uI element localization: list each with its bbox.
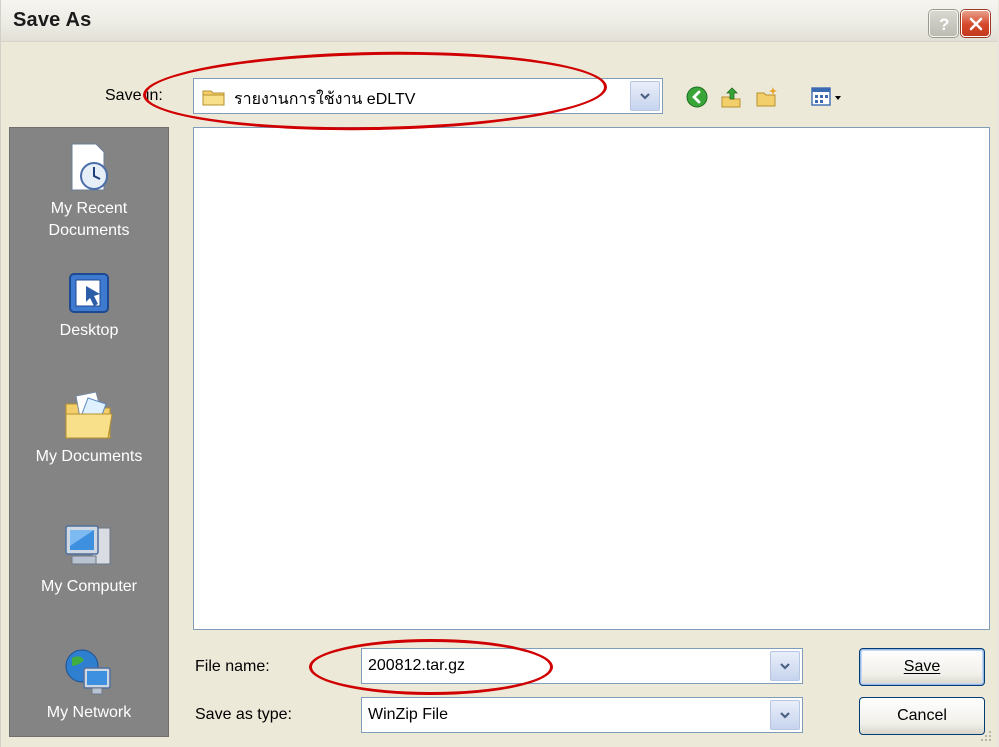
my-network-icon — [65, 649, 111, 695]
chevron-down-icon — [640, 93, 650, 100]
my-documents-icon — [65, 391, 113, 439]
back-button[interactable] — [683, 83, 711, 111]
save-button-label: Save — [903, 658, 941, 675]
cancel-button[interactable]: Cancel — [859, 697, 985, 735]
close-icon — [969, 17, 982, 30]
chevron-down-icon — [780, 663, 790, 670]
place-my-network[interactable]: My Network — [10, 646, 168, 724]
file-name-label: File name: — [195, 658, 270, 675]
file-name-dropdown-button[interactable] — [770, 651, 800, 681]
place-my-documents[interactable]: My Documents — [10, 390, 168, 468]
title-bar[interactable]: Save As ? — [1, 0, 998, 42]
file-list-view[interactable] — [193, 127, 990, 630]
close-button[interactable] — [961, 10, 990, 37]
new-folder-button[interactable] — [753, 83, 781, 111]
place-my-computer[interactable]: My Computer — [10, 520, 168, 598]
help-button[interactable]: ? — [929, 10, 958, 37]
cancel-button-label: Cancel — [897, 707, 947, 724]
view-menu-button[interactable] — [809, 83, 847, 111]
my-computer-icon — [65, 525, 111, 565]
file-name-combobox[interactable]: 200812.tar.gz — [361, 648, 803, 684]
window-title: Save As — [13, 9, 92, 31]
up-folder-icon — [721, 87, 741, 108]
place-desktop[interactable]: Desktop — [10, 270, 168, 342]
back-icon — [686, 86, 708, 108]
places-bar: My Recent Documents Desktop My Documents — [9, 127, 169, 737]
save-as-type-label: Save as type: — [195, 706, 292, 723]
place-my-recent-documents[interactable]: My Recent Documents — [10, 140, 168, 242]
recent-documents-icon — [71, 143, 108, 191]
place-label: My Recent Documents — [48, 200, 130, 239]
up-folder-button[interactable] — [717, 83, 745, 111]
file-name-value[interactable]: 200812.tar.gz — [368, 657, 465, 675]
desktop-icon — [69, 273, 109, 313]
view-menu-icon — [811, 87, 841, 106]
new-folder-icon — [756, 87, 777, 107]
save-in-label: Save in: — [105, 87, 163, 104]
place-label: Desktop — [59, 322, 119, 339]
place-label: My Documents — [35, 448, 143, 465]
save-in-value: รายงานการใช้งาน eDLTV — [234, 91, 416, 108]
resize-grip-icon[interactable] — [979, 729, 993, 743]
save-as-type-combobox[interactable]: WinZip File — [361, 697, 803, 733]
chevron-down-icon — [780, 712, 790, 719]
help-icon: ? — [939, 15, 949, 33]
svg-text:?: ? — [939, 15, 949, 33]
save-as-type-dropdown-button[interactable] — [770, 700, 800, 730]
place-label: My Network — [46, 704, 132, 721]
save-in-dropdown-button[interactable] — [630, 81, 660, 111]
save-as-type-value: WinZip File — [368, 706, 449, 723]
place-label: My Computer — [40, 578, 138, 595]
save-button[interactable]: Save — [859, 648, 985, 686]
folder-icon — [202, 90, 225, 106]
save-in-combobox[interactable]: รายงานการใช้งาน eDLTV — [193, 78, 663, 114]
save-as-dialog: Save As ? Save in: รายงานการใช้งาน eDLTV — [0, 0, 999, 747]
